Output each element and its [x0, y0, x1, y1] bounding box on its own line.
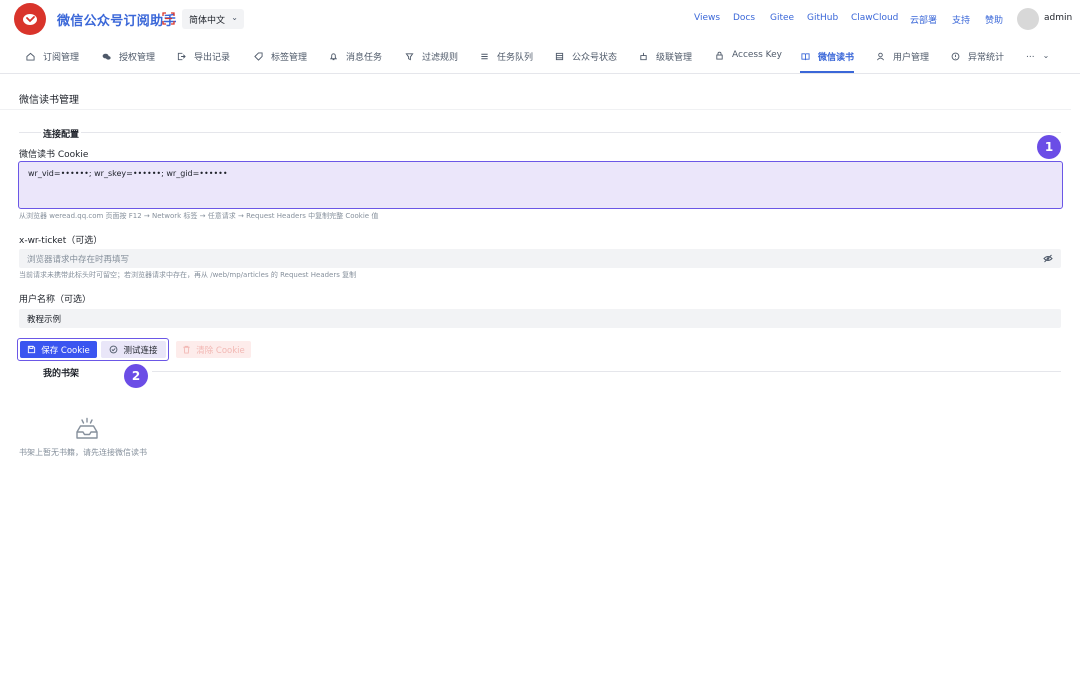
tab-filter-rules[interactable]: 过滤规则 [405, 50, 458, 63]
username-label: 用户名称（可选） [19, 295, 92, 305]
ticket-help-text: 当前请求未携带此标头时可留空；若浏览器请求中存在，再从 /web/mp/arti… [19, 271, 357, 279]
app-title: 微信公众号订阅助手 [57, 14, 177, 29]
book-icon [801, 53, 810, 61]
tab-label: 消息任务 [346, 53, 383, 63]
link-docs[interactable]: Docs [733, 13, 755, 23]
trash-icon [183, 345, 190, 354]
tab-cascade[interactable]: 级联管理 [639, 50, 692, 63]
status-icon [555, 52, 564, 61]
tab-label: 异常统计 [968, 53, 1005, 63]
app-logo[interactable] [14, 3, 46, 35]
section-divider [19, 132, 1061, 133]
section-divider [152, 371, 1061, 372]
tab-weread[interactable]: 微信读书 [801, 50, 854, 63]
lock-icon [716, 51, 723, 60]
avatar[interactable] [1017, 8, 1039, 30]
empty-shelf-text: 书架上暂无书籍，请先连接微信读书 [19, 448, 147, 457]
tab-label: 授权管理 [119, 53, 156, 63]
tab-users[interactable]: 用户管理 [876, 50, 929, 63]
tab-label: 订阅管理 [43, 53, 80, 63]
save-cookie-button[interactable]: 保存 Cookie [20, 341, 97, 358]
check-circle-icon [110, 345, 118, 354]
main-nav: 订阅管理 授权管理 导出记录 标签管理 消息任务 过滤规则 任务队列 公众号状态… [0, 38, 1080, 74]
section-title-bookshelf: 我的书架 [41, 366, 82, 379]
export-icon [177, 52, 186, 61]
username-value: 教程示例 [27, 314, 62, 325]
tab-label: 导出记录 [194, 53, 231, 63]
tab-subscriptions[interactable]: 订阅管理 [26, 50, 79, 63]
link-support[interactable]: 支持 [952, 13, 970, 26]
test-connection-button[interactable]: 测试连接 [101, 341, 166, 358]
home-icon [26, 52, 35, 61]
link-clawcloud[interactable]: ClawCloud [851, 13, 898, 23]
eye-off-icon[interactable] [1043, 254, 1053, 263]
cookie-help-text: 从浏览器 weread.qq.com 页面按 F12 → Network 标签 … [19, 212, 379, 220]
ticket-input[interactable]: 浏览器请求中存在时再填写 [19, 249, 1061, 268]
username[interactable]: admin [1044, 13, 1072, 23]
nav-more[interactable]: ... ⌄ [1026, 50, 1049, 60]
user-icon [876, 52, 885, 61]
annotation-badge-1: 1 [1037, 135, 1061, 159]
link-sponsor[interactable]: 赞助 [985, 13, 1003, 26]
tab-label: 标签管理 [271, 53, 308, 63]
ticket-label: x-wr-ticket（可选） [19, 236, 103, 246]
ticket-placeholder: 浏览器请求中存在时再填写 [27, 254, 130, 265]
tab-account-status[interactable]: 公众号状态 [555, 50, 617, 63]
tab-label: 级联管理 [656, 53, 693, 63]
cascade-icon [640, 52, 647, 61]
tab-message-tasks[interactable]: 消息任务 [329, 50, 382, 63]
test-connection-label: 测试连接 [123, 345, 158, 356]
tab-error-stats[interactable]: 异常统计 [951, 50, 1004, 63]
clear-cookie-label: 清除 Cookie [196, 345, 245, 356]
divider [0, 109, 1071, 110]
language-label: 简体中文 [189, 15, 226, 26]
section-title-connection: 连接配置 [41, 127, 82, 140]
bell-icon [329, 53, 338, 61]
active-tab-indicator [800, 71, 854, 73]
link-github[interactable]: GitHub [807, 13, 838, 23]
cookie-value: wr_vid=••••••; wr_skey=••••••; wr_gid=••… [28, 169, 228, 178]
tab-tags[interactable]: 标签管理 [254, 50, 307, 63]
scan-icon[interactable] [162, 12, 175, 25]
tab-label: 用户管理 [893, 53, 930, 63]
tag-icon [254, 52, 263, 61]
list-icon [481, 53, 488, 60]
language-select[interactable]: 简体中文 ⌄ [182, 9, 244, 29]
tab-label: 公众号状态 [572, 53, 618, 63]
logo-icon [23, 14, 37, 25]
link-gitee[interactable]: Gitee [770, 13, 794, 23]
tab-auth[interactable]: 授权管理 [102, 50, 155, 63]
tab-access-key[interactable]: Access Key [715, 50, 782, 60]
clear-cookie-button[interactable]: 清除 Cookie [176, 341, 251, 358]
tab-label: Access Key [732, 50, 782, 60]
alert-icon [951, 52, 960, 61]
tab-exports[interactable]: 导出记录 [177, 50, 230, 63]
tab-label: 过滤规则 [422, 53, 459, 63]
username-input[interactable]: 教程示例 [19, 309, 1061, 328]
more-label: ... [1026, 50, 1035, 60]
app-header: 微信公众号订阅助手 简体中文 ⌄ Views Docs Gitee GitHub… [0, 0, 1080, 38]
tab-task-queue[interactable]: 任务队列 [480, 50, 533, 63]
link-views[interactable]: Views [694, 13, 720, 23]
link-cloud-deploy[interactable]: 云部署 [910, 13, 937, 26]
tab-label: 任务队列 [497, 53, 534, 63]
tab-label: 微信读书 [818, 53, 855, 63]
cookie-textarea[interactable]: wr_vid=••••••; wr_skey=••••••; wr_gid=••… [18, 161, 1063, 209]
filter-icon [405, 53, 414, 61]
empty-inbox-icon [76, 417, 98, 439]
annotation-badge-2: 2 [124, 364, 148, 388]
chevron-down-icon: ⌄ [1042, 50, 1050, 60]
save-cookie-label: 保存 Cookie [41, 345, 90, 356]
save-icon [28, 345, 36, 354]
page-title: 微信读书管理 [19, 95, 79, 106]
cookie-label: 微信读书 Cookie [19, 150, 89, 160]
wechat-icon [102, 53, 111, 60]
chevron-down-icon: ⌄ [231, 13, 238, 22]
